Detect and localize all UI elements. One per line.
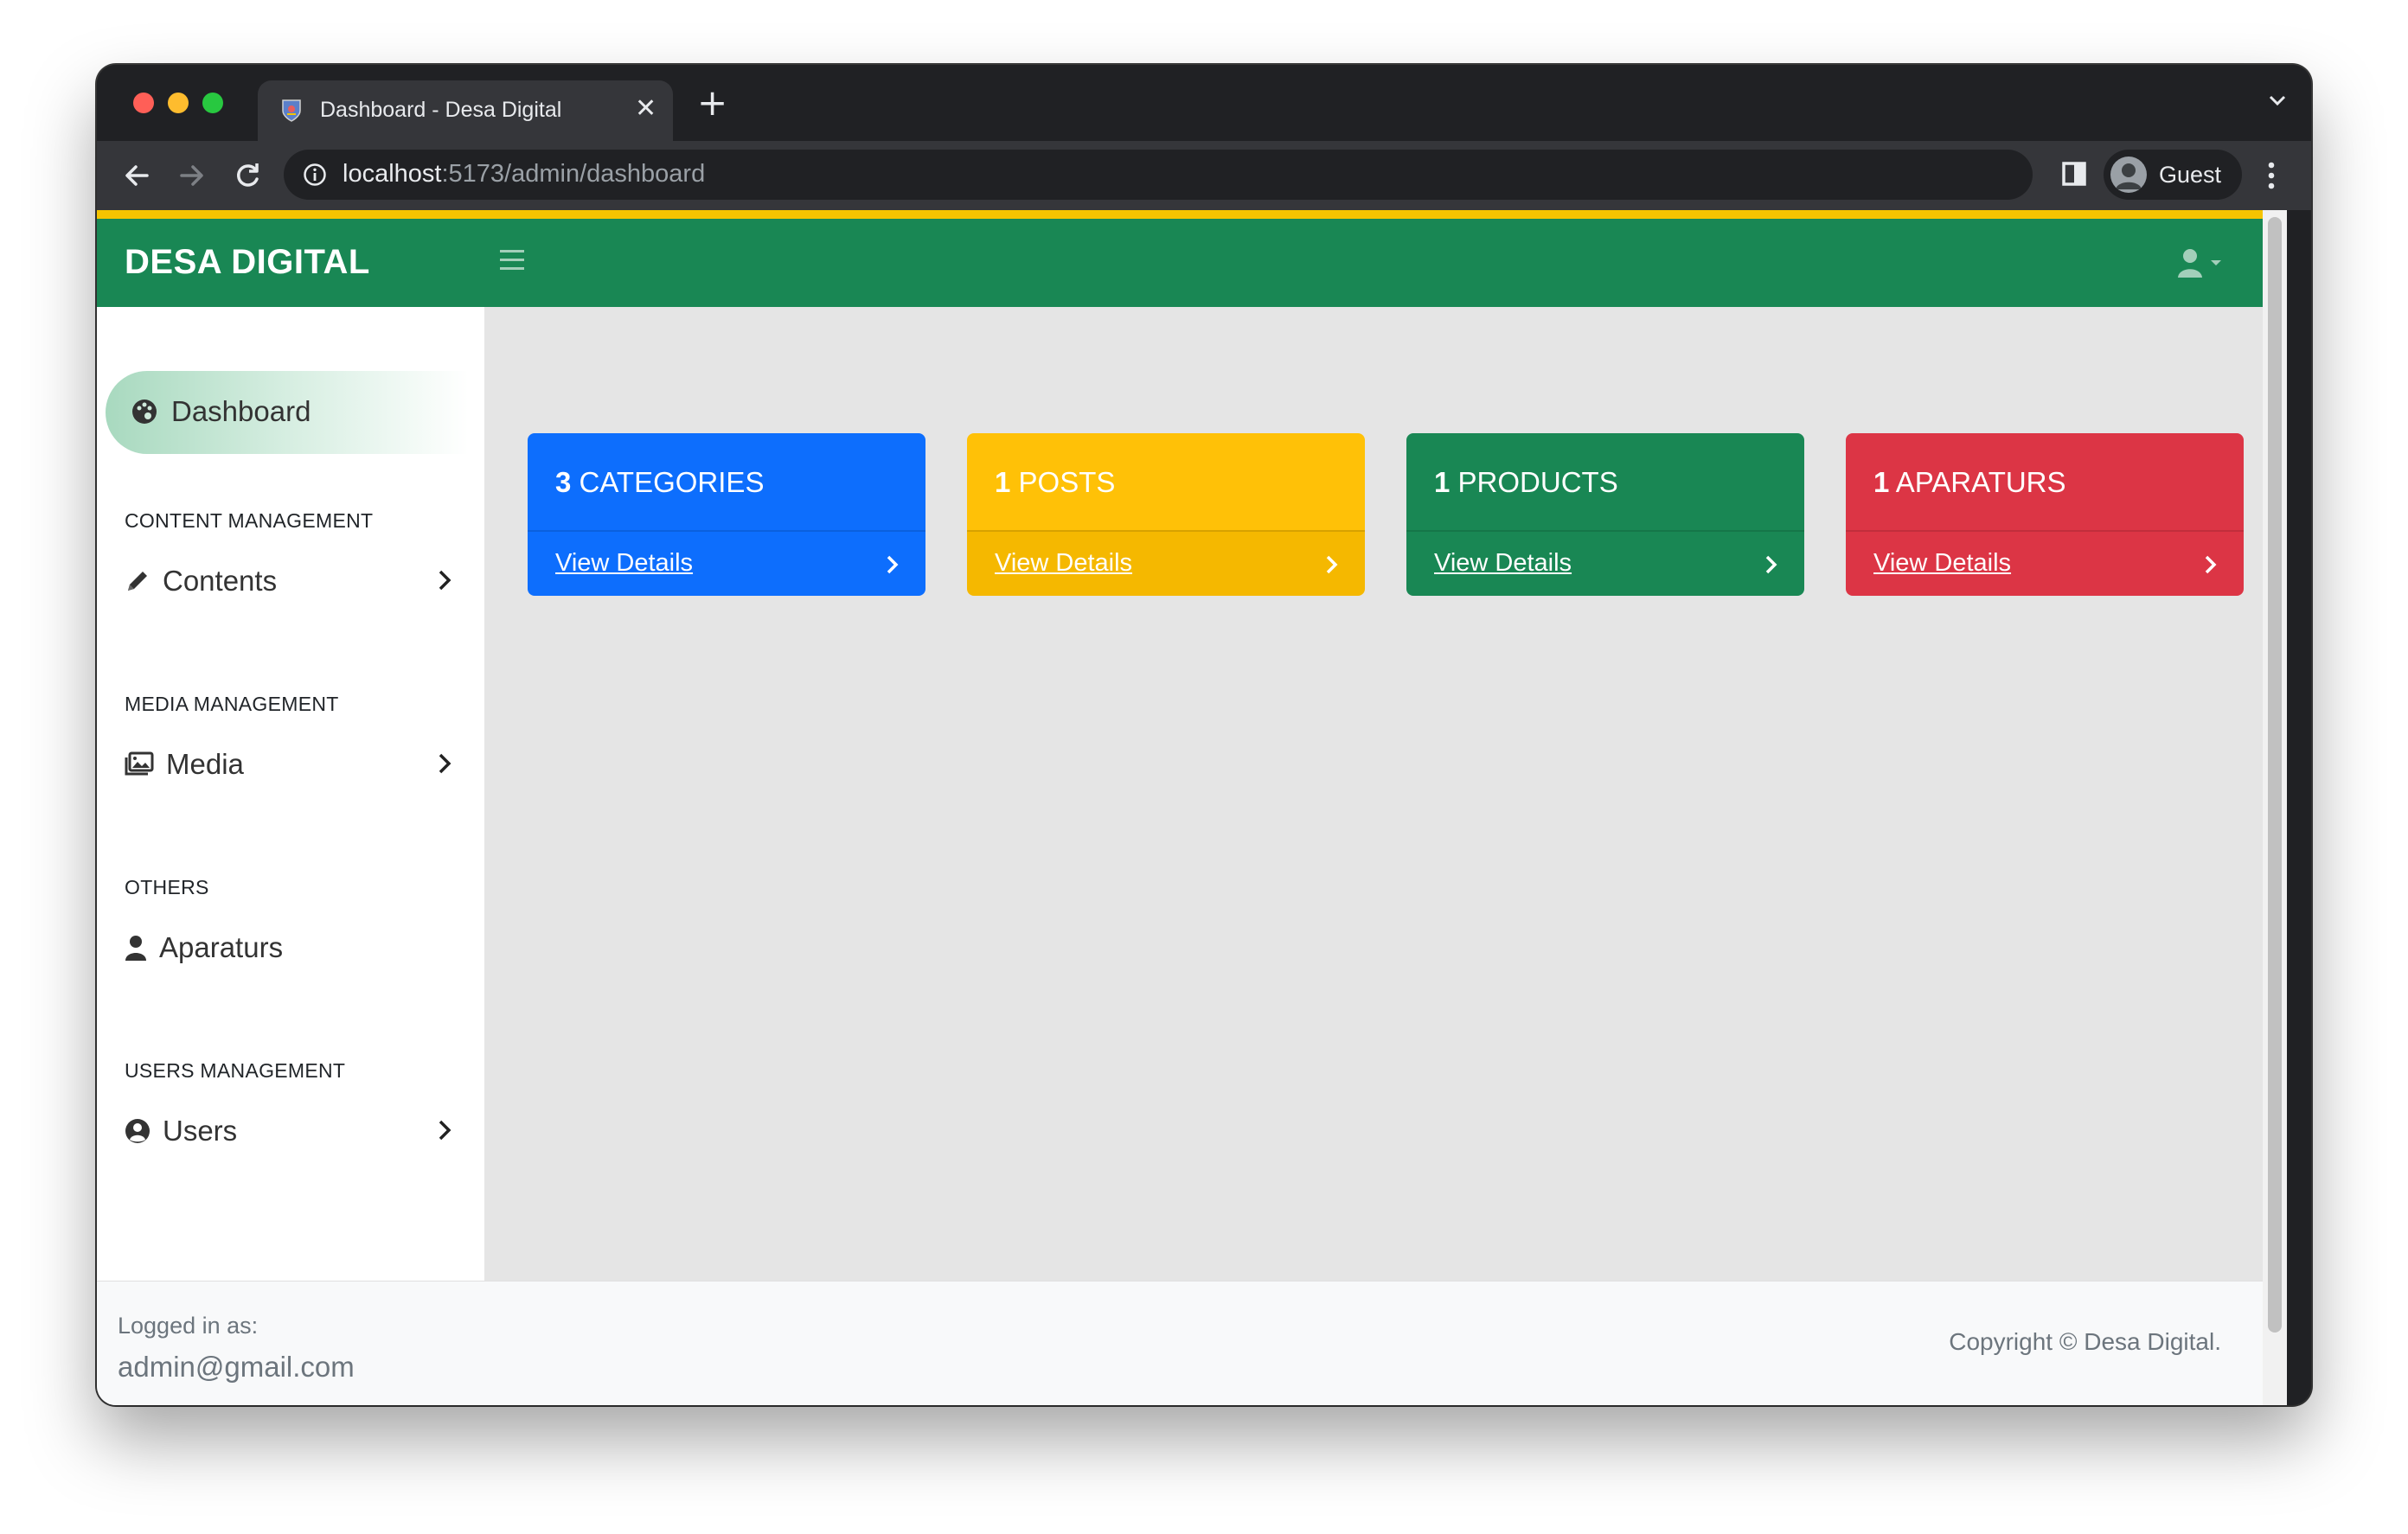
sidebar-item-label: Media [166,748,244,780]
card-footer: View Details [528,530,925,596]
card-count: 1 [1873,466,1890,498]
chevron-right-icon [439,1120,452,1141]
page-footer: Logged in as: admin@gmail.com Copyright … [97,1281,2263,1405]
close-window-button[interactable] [133,93,154,113]
sidebar: Dashboard CONTENT MANAGEMENT Contents ME… [97,307,484,1281]
stat-card-categories: 3 CATEGORIES View Details [528,433,925,596]
url-path: :5173/admin/dashboard [441,160,706,188]
section-heading-users-management: USERS MANAGEMENT [125,1059,346,1082]
sidebar-item-media[interactable]: Media [97,738,484,789]
side-panel-icon[interactable] [2060,160,2088,188]
card-count: 1 [995,466,1011,498]
chevron-right-icon [439,570,452,591]
tab-close-icon[interactable]: ✕ [635,96,656,122]
stat-card-aparaturs: 1 APARATURS View Details [1846,433,2244,596]
card-label: PRODUCTS [1457,466,1618,498]
logged-in-email: admin@gmail.com [118,1351,355,1383]
desa-favicon-icon [282,99,301,122]
guest-avatar-icon [2110,157,2147,193]
chevron-right-icon [439,753,452,774]
sidebar-item-dashboard[interactable]: Dashboard [106,371,469,454]
sidebar-item-label: Aparaturs [159,931,284,963]
maximize-window-button[interactable] [202,93,223,113]
card-header: 1 POSTS [967,433,1365,530]
card-title: 3 CATEGORIES [555,466,764,499]
view-details-link[interactable]: View Details [1873,549,2011,578]
page-scrollbar[interactable] [2263,210,2287,1405]
back-arrow-icon[interactable] [119,158,154,193]
sidebar-item-label: Users [163,1115,238,1147]
sidebar-item-users[interactable]: Users [97,1104,484,1156]
card-label: POSTS [1018,466,1116,498]
scrollbar-thumb[interactable] [2268,217,2282,1333]
sidebar-item-contents[interactable]: Contents [97,554,484,606]
url-host: localhost [343,160,442,188]
copyright-text: Copyright © Desa Digital. [1949,1328,2221,1355]
logged-in-label: Logged in as: [118,1313,259,1339]
card-footer: View Details [1846,530,2244,596]
card-header: 1 PRODUCTS [1406,433,1804,530]
brand-logo-text[interactable]: DESA DIGITAL [125,243,370,282]
user-circle-icon [125,1119,150,1143]
browser-titlebar: Dashboard - Desa Digital ✕ + [97,65,2311,141]
sidebar-item-label: Dashboard [171,395,311,427]
card-footer: View Details [967,530,1365,596]
card-title: 1 PRODUCTS [1434,466,1618,499]
address-bar[interactable]: localhost:5173/admin/dashboard [284,150,2033,200]
browser-toolbar: localhost:5173/admin/dashboard Guest [97,141,2311,210]
forward-arrow-icon[interactable] [175,158,209,193]
card-count: 1 [1434,466,1451,498]
tab-search-chevron-icon[interactable] [2268,94,2287,106]
section-heading-others: OTHERS [125,876,209,898]
images-icon [125,751,154,776]
page-viewport: DESA DIGITAL Dashboard CONTENT MANAGEMEN… [97,210,2287,1405]
palette-icon [132,399,157,424]
top-navbar: DESA DIGITAL [97,219,2287,307]
section-heading-content-management: CONTENT MANAGEMENT [125,509,374,532]
card-title: 1 APARATURS [1873,466,2066,499]
view-details-link[interactable]: View Details [995,549,1132,578]
sidebar-toggle-icon[interactable] [500,250,524,276]
browser-menu-icon[interactable] [2266,158,2277,193]
browser-window: Dashboard - Desa Digital ✕ + localhost:5… [97,65,2311,1405]
tab-title: Dashboard - Desa Digital [320,98,562,122]
stat-card-products: 1 PRODUCTS View Details [1406,433,1804,596]
sidebar-item-aparaturs[interactable]: Aparaturs [97,921,484,973]
pencil-icon [128,572,147,591]
card-header: 1 APARATURS [1846,433,2244,530]
card-title: 1 POSTS [995,466,1115,499]
chevron-right-icon[interactable] [2204,554,2218,575]
stat-card-posts: 1 POSTS View Details [967,433,1365,596]
accent-line [97,210,2287,219]
card-count: 3 [555,466,572,498]
chevron-right-icon[interactable] [886,554,900,575]
site-info-icon[interactable] [303,163,327,187]
chevron-right-icon[interactable] [1764,554,1778,575]
card-footer: View Details [1406,530,1804,596]
view-details-link[interactable]: View Details [1434,549,1572,578]
minimize-window-button[interactable] [168,93,189,113]
user-menu-icon[interactable] [2178,248,2230,279]
user-icon [125,936,146,961]
profile-button[interactable]: Guest [2104,150,2242,200]
section-heading-media-management: MEDIA MANAGEMENT [125,693,339,715]
browser-tab-active[interactable]: Dashboard - Desa Digital ✕ [258,80,673,141]
url-text: localhost:5173/admin/dashboard [343,160,705,189]
card-label: CATEGORIES [579,466,765,498]
card-header: 3 CATEGORIES [528,433,925,530]
card-label: APARATURS [1895,466,2066,498]
chevron-right-icon[interactable] [1325,554,1339,575]
profile-label: Guest [2159,162,2222,188]
new-tab-button[interactable]: + [697,85,727,121]
sidebar-item-label: Contents [163,565,278,597]
reload-icon[interactable] [230,158,265,193]
view-details-link[interactable]: View Details [555,549,693,578]
